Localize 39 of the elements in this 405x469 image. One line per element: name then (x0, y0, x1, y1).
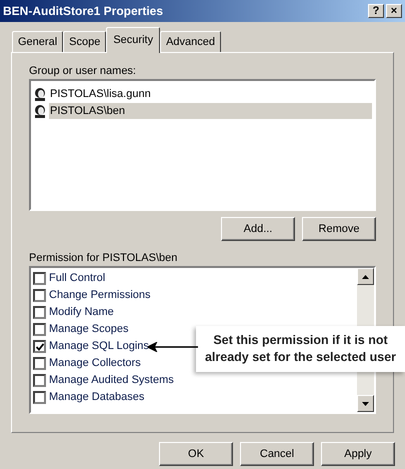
group-label: Group or user names: (29, 64, 137, 79)
permission-label: Permission for PISTOLAS\ben (29, 251, 178, 266)
permission-label: Manage SQL Logins (49, 339, 149, 354)
permission-label: Manage Databases (49, 390, 144, 406)
permission-label: Full Control (49, 271, 106, 286)
permission-label: Change Permissions (49, 288, 150, 304)
tab[interactable]: Security (106, 27, 160, 53)
cancel-button[interactable]: Cancel (240, 442, 314, 466)
checkbox[interactable] (33, 289, 46, 302)
arrow-icon (148, 342, 198, 352)
checkbox[interactable] (33, 306, 46, 319)
help-button[interactable]: ? (368, 4, 384, 18)
user-icon (33, 104, 47, 118)
window-title: BEN-AuditStore1 Properties (3, 3, 164, 20)
user-item[interactable]: PISTOLAS\ben (49, 102, 372, 118)
remove-button[interactable]: Remove (302, 217, 376, 241)
checkbox[interactable] (33, 391, 46, 404)
scroll-up-icon[interactable] (357, 268, 374, 285)
checkbox[interactable] (33, 340, 46, 353)
checkbox[interactable] (33, 323, 46, 336)
permission-label: Modify Name (49, 305, 114, 320)
user-item[interactable]: PISTOLAS\lisa.gunn (49, 86, 372, 102)
callout-text: already set for the selected user (204, 349, 396, 366)
tab[interactable]: Scope (63, 31, 106, 52)
callout-text: Set this permission if it is not (212, 332, 389, 349)
apply-button[interactable]: Apply (321, 442, 395, 466)
checkbox[interactable] (33, 357, 46, 370)
user-icon (33, 86, 47, 100)
permission-label: Manage Audited Systems (49, 373, 174, 388)
ok-button[interactable]: OK (159, 442, 233, 466)
permission-label: Manage Scopes (49, 322, 128, 338)
add-button[interactable]: Add... (221, 217, 295, 241)
close-button[interactable]: × (386, 4, 402, 18)
tab[interactable]: General (12, 31, 64, 52)
checkbox[interactable] (33, 374, 46, 387)
checkbox[interactable] (33, 272, 46, 285)
scroll-down-icon[interactable] (357, 395, 374, 412)
tab[interactable]: Advanced (160, 31, 222, 52)
permission-label: Manage Collectors (49, 356, 141, 372)
